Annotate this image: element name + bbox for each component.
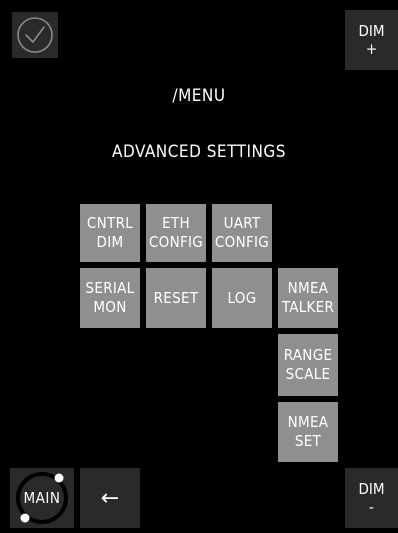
reset-button[interactable]: RESET <box>146 268 206 328</box>
serial-mon-button[interactable]: SERIAL MON <box>80 268 140 328</box>
nmea-set-button[interactable]: NMEA SET <box>278 402 338 462</box>
confirm-button[interactable] <box>12 12 58 58</box>
log-button[interactable]: LOG <box>212 268 272 328</box>
main-label: MAIN <box>23 489 61 507</box>
eth-config-button[interactable]: ETH CONFIG <box>146 204 206 262</box>
back-arrow-icon: ← <box>100 485 120 511</box>
dim-minus-button[interactable]: DIM - <box>345 468 398 528</box>
cntrl-dim-button[interactable]: CNTRL DIM <box>80 204 140 262</box>
page-title: ADVANCED SETTINGS <box>112 142 286 162</box>
menu-path: /MENU <box>172 86 226 106</box>
nmea-talker-button[interactable]: NMEA TALKER <box>278 268 338 328</box>
dim-plus-button[interactable]: DIM + <box>345 10 398 70</box>
range-scale-button[interactable]: RANGE SCALE <box>278 334 338 396</box>
check-circle-icon <box>17 17 53 53</box>
uart-config-button[interactable]: UART CONFIG <box>212 204 272 262</box>
back-button[interactable]: ← <box>80 468 140 528</box>
main-button[interactable]: MAIN <box>10 468 74 528</box>
